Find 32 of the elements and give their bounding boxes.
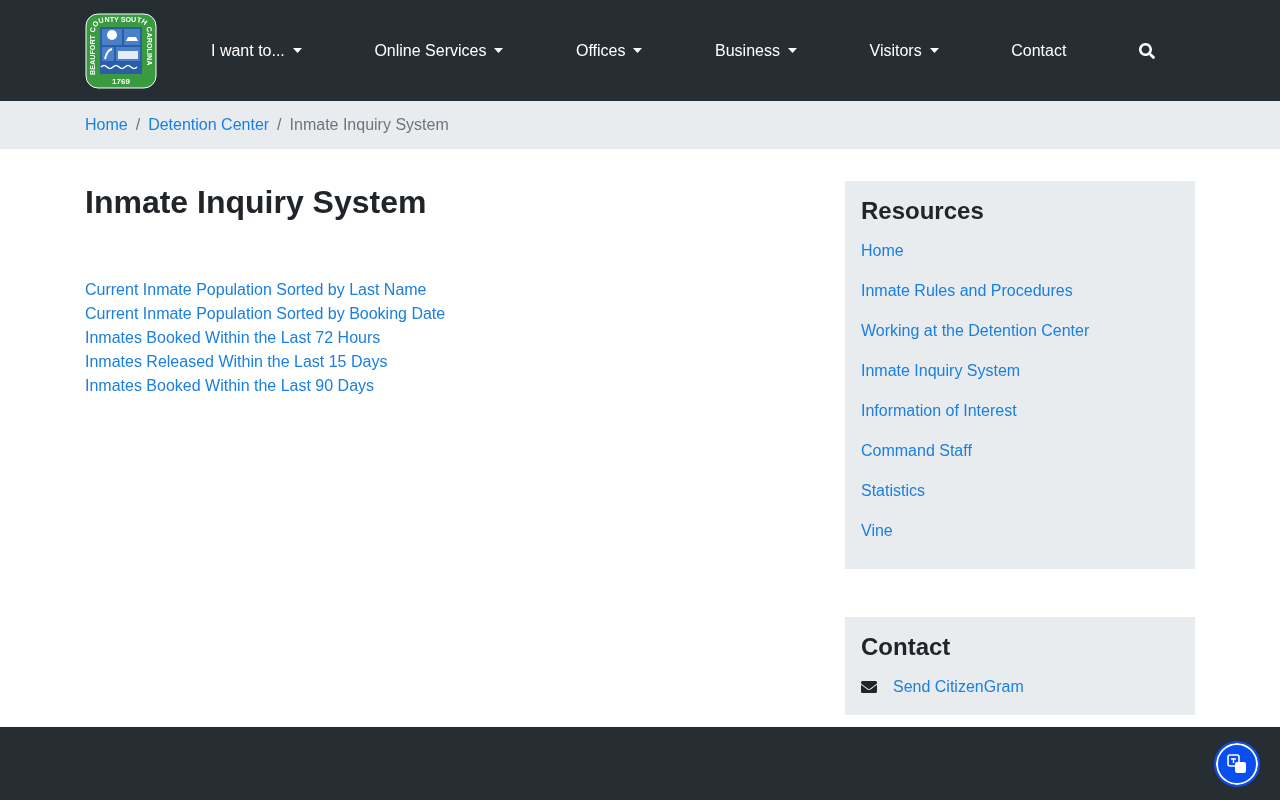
nav-menu-item[interactable]: Visitors [869,38,939,63]
translate-button[interactable] [1216,742,1258,785]
resource-link[interactable]: Statistics [861,479,925,503]
inmate-list-link[interactable]: Inmates Booked Within the Last 90 Days [85,374,375,398]
breadcrumb-current: Inmate Inquiry System [289,115,449,135]
inmate-list-link[interactable]: Current Inmate Population Sorted by Last Name [85,278,427,302]
nav-menu-item[interactable]: Contact [1011,38,1067,63]
resource-link[interactable]: Working at the Detention Center [861,319,1090,343]
envelope-icon [861,679,877,695]
breadcrumb-separator: / [276,115,283,135]
resource-link[interactable]: Command Staff [861,439,972,463]
breadcrumb-link[interactable]: Detention Center [148,113,270,137]
translate-icon [1227,753,1247,774]
citizengram-link[interactable]: Send CitizenGram [893,675,1024,699]
breadcrumb-separator: / [134,115,142,135]
resource-link[interactable]: Information of Interest [861,399,1017,423]
contact-heading: Contact [861,632,952,662]
resource-link[interactable]: Inmate Inquiry System [861,359,1021,383]
search-icon[interactable] [1138,42,1155,59]
nav-menu-item[interactable]: I want to... [211,38,302,63]
nav-menu-item[interactable]: Business [715,38,797,63]
resources-heading: Resources [861,196,985,226]
inmate-list-link[interactable]: Current Inmate Population Sorted by Booking Date [85,302,446,326]
resource-link[interactable]: Home [861,239,904,263]
breadcrumb-link[interactable]: Home [85,113,128,137]
inmate-list-link[interactable]: Inmates Booked Within the Last 72 Hours [85,326,381,350]
resource-link[interactable]: Vine [861,519,893,543]
nav-menu-item[interactable]: Online Services [374,38,504,63]
nav-menu-item[interactable]: Offices [576,38,643,63]
inmate-list-link[interactable]: Inmates Released Within the Last 15 Days [85,350,388,374]
resource-link[interactable]: Inmate Rules and Procedures [861,279,1073,303]
page-title: Inmate Inquiry System [85,183,428,221]
